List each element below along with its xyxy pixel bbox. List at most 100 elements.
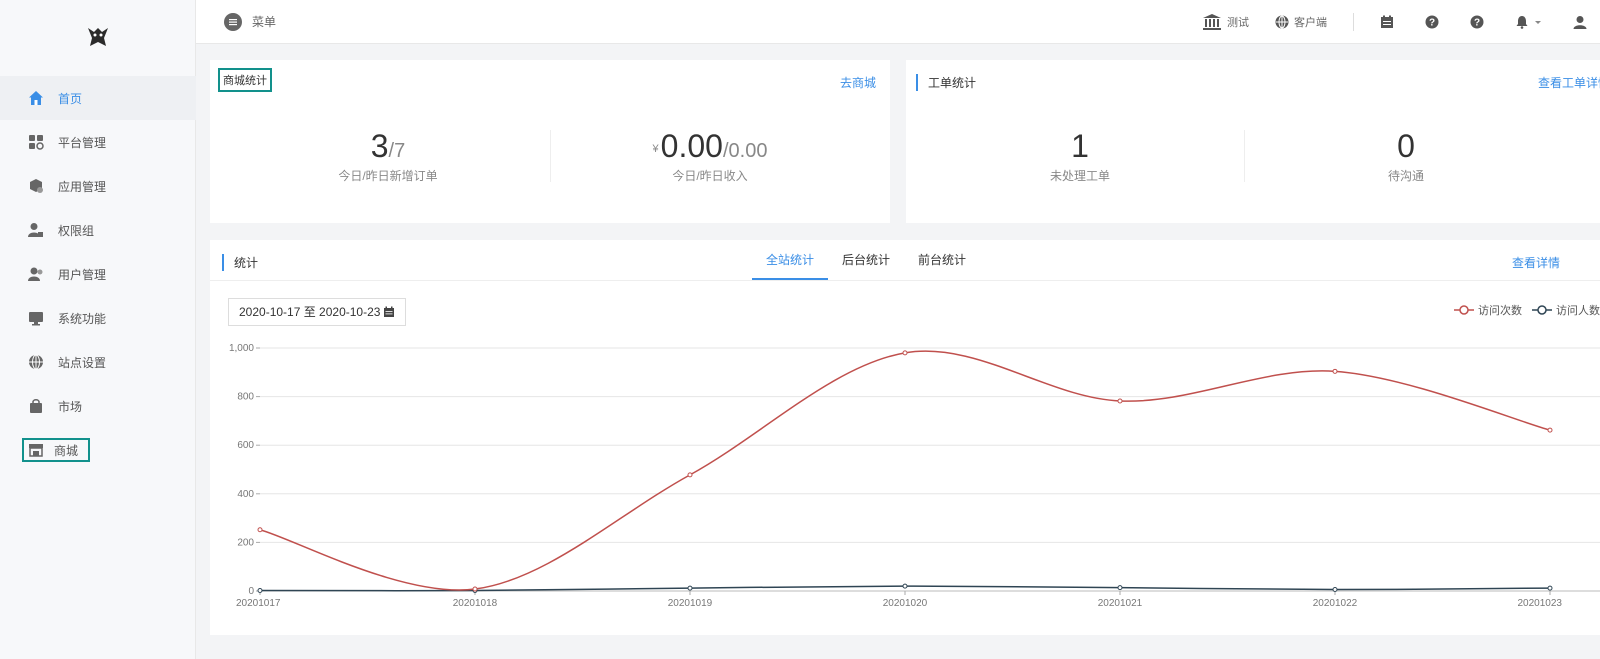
go-shop-link[interactable]: 去商城: [840, 74, 876, 91]
ticket-stats-card: 工单统计 查看工单详情 1 未处理工单 0 待沟通: [906, 60, 1600, 223]
data-point: [472, 586, 478, 592]
sidebar-item-label: 站点设置: [58, 355, 107, 370]
y-tick-label: 1,000: [229, 343, 254, 354]
shop-stats-card: 商城统计 去商城 3/7 今日/昨日新增订单 ¥0.00/0.00 今日/昨日收…: [210, 60, 890, 223]
monitor-icon: [28, 310, 44, 326]
sidebar-nav: 首页平台管理应用管理权限组用户管理系统功能站点设置市场商城: [0, 76, 196, 462]
sidebar: 首页平台管理应用管理权限组用户管理系统功能站点设置市场商城: [0, 0, 196, 659]
home-icon: [28, 90, 44, 106]
orders-yesterday: /7: [388, 140, 406, 162]
caret-down-icon: [1535, 21, 1541, 24]
y-tick-label: 600: [237, 440, 254, 451]
data-point: [902, 350, 908, 356]
y-tick-label: 400: [237, 489, 254, 500]
x-tick-label: 20201022: [1313, 598, 1358, 609]
sidebar-item-label: 权限组: [58, 223, 95, 238]
sidebar-item-label: 平台管理: [58, 135, 107, 150]
help-icon: ?: [1425, 15, 1439, 29]
sidebar-item-label: 用户管理: [58, 267, 107, 282]
user-lock-icon: [28, 222, 44, 238]
data-point: [1547, 427, 1553, 433]
sidebar-item-5[interactable]: 系统功能: [0, 296, 196, 340]
sidebar-item-2[interactable]: 应用管理: [0, 164, 196, 208]
divider: [1244, 130, 1245, 182]
divider: [1353, 13, 1354, 31]
data-point: [1117, 585, 1123, 591]
notification-button[interactable]: [1515, 15, 1547, 29]
x-tick-label: 20201019: [668, 598, 713, 609]
x-tick-label: 20201017: [236, 598, 281, 609]
income-caption: 今日/昨日收入: [672, 169, 748, 183]
stats-card: 统计 全站统计 后台统计 前台统计 查看详情 2020-10-17 至 2020…: [210, 240, 1600, 635]
divider: [550, 130, 551, 182]
client-button[interactable]: 客户端: [1275, 14, 1327, 30]
menu-label: 菜单: [252, 15, 277, 29]
env-test-label: 测试: [1227, 17, 1249, 29]
to-contact-stat: 0 待沟通: [1306, 128, 1506, 184]
currency-symbol: ¥: [652, 142, 659, 155]
ticket-details-link[interactable]: 查看工单详情: [1538, 74, 1600, 91]
sidebar-item-6[interactable]: 站点设置: [0, 340, 196, 384]
sidebar-item-label: 市场: [58, 399, 83, 414]
x-tick-label: 20201020: [883, 598, 928, 609]
help-button-2[interactable]: ?: [1470, 15, 1489, 29]
data-point: [1332, 368, 1338, 374]
user-button[interactable]: [1573, 15, 1592, 29]
y-tick-label: 800: [237, 392, 254, 403]
pending-stat: 1 未处理工单: [980, 128, 1180, 184]
pending-count: 1: [1071, 128, 1089, 164]
calendar-icon: [1381, 15, 1393, 28]
orders-today: 3: [370, 128, 389, 164]
globe-icon: [28, 354, 44, 370]
env-test-button[interactable]: 测试: [1202, 13, 1249, 31]
box-icon: [28, 178, 44, 194]
users-icon: [28, 266, 44, 282]
x-tick-label: 20201021: [1098, 598, 1143, 609]
svg-text:?: ?: [1429, 18, 1435, 29]
data-point: [257, 527, 263, 533]
sidebar-item-3[interactable]: 权限组: [0, 208, 196, 252]
income-stat: ¥0.00/0.00 今日/昨日收入: [600, 128, 820, 184]
topbar-actions: 测试 客户端 ? ?: [1176, 0, 1592, 44]
sidebar-item-label: 系统功能: [58, 311, 107, 326]
line-chart: 0 200 400 600 800 1,000 20201017 20201018 202010…: [229, 343, 1600, 609]
bell-icon: [1516, 16, 1528, 29]
sidebar-item-7[interactable]: 市场: [0, 384, 196, 428]
shop-stats-title: 商城统计: [218, 68, 272, 92]
sidebar-item-4[interactable]: 用户管理: [0, 252, 196, 296]
x-tick-label: 20201023: [1518, 598, 1563, 609]
income-yesterday: /0.00: [722, 140, 768, 162]
svg-text:?: ?: [1474, 18, 1480, 29]
sidebar-item-1[interactable]: 平台管理: [0, 120, 196, 164]
user-icon: [1573, 16, 1587, 29]
to-contact-caption: 待沟通: [1387, 169, 1424, 183]
x-tick-label: 20201018: [453, 598, 498, 609]
sidebar-item-label: 首页: [58, 91, 83, 106]
logo[interactable]: [84, 22, 112, 50]
grid-icon: [28, 134, 44, 150]
topbar: 菜单 测试 客户端 ? ?: [196, 0, 1600, 44]
data-point: [687, 472, 693, 478]
data-point: [1117, 398, 1123, 404]
calendar-button[interactable]: [1380, 15, 1399, 29]
y-tick-label: 200: [237, 537, 254, 548]
data-point: [1547, 585, 1553, 591]
to-contact-count: 0: [1397, 128, 1415, 164]
menu-button[interactable]: 菜单: [224, 12, 277, 31]
help-icon: ?: [1470, 15, 1484, 29]
ticket-stats-title: 工单统计: [916, 74, 976, 91]
data-point: [257, 588, 263, 594]
sidebar-item-0[interactable]: 首页: [0, 76, 196, 120]
sidebar-item-8[interactable]: 商城: [22, 438, 90, 462]
y-tick-label: 0: [248, 586, 254, 597]
bag-icon: [28, 398, 44, 414]
data-point: [902, 583, 908, 589]
store-icon: [28, 442, 44, 458]
pending-caption: 未处理工单: [1049, 169, 1110, 183]
bank-icon: [1203, 14, 1221, 30]
data-point: [687, 585, 693, 591]
income-today: 0.00: [660, 128, 723, 164]
help-button[interactable]: ?: [1425, 15, 1444, 29]
sidebar-item-label: 商城: [54, 443, 79, 458]
orders-caption: 今日/昨日新增订单: [338, 169, 438, 183]
